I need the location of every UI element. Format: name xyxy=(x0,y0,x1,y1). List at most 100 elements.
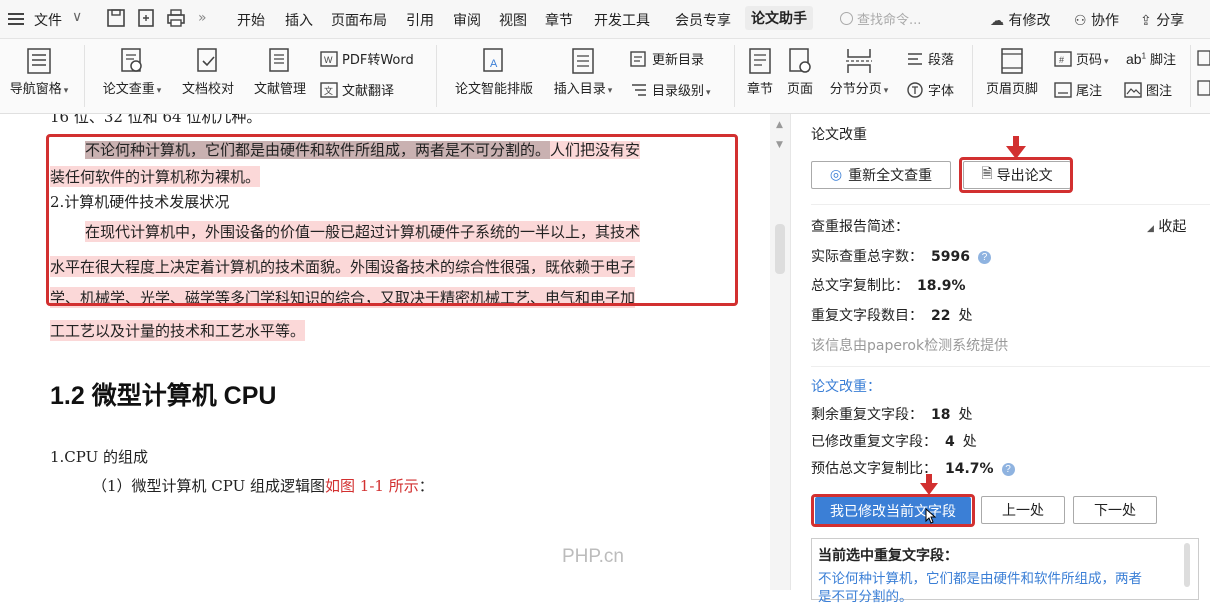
svg-text:#: # xyxy=(1059,55,1064,65)
reference-manager-button[interactable]: 文献管理 xyxy=(248,47,312,97)
collapse-button[interactable]: ◢ 收起 xyxy=(1147,216,1186,236)
tab-start[interactable]: 开始 xyxy=(237,10,265,30)
current-segment-box: 当前选中重复文字段： 不论何种计算机，它们都是由硬件和软件所组成，两者 是不可分… xyxy=(811,538,1199,605)
page-number-button[interactable]: # 页码 xyxy=(1054,49,1109,68)
svg-text:W: W xyxy=(324,55,333,65)
doc-line: （1）微型计算机 CPU 组成逻辑图如图 1-1 所示： xyxy=(92,477,434,495)
paper-rewrite-panel: 论文改重 ◎ 重新全文查重 🗎 导出论文 查重报告简述： ◢ 收起 实际查重总字数：… xyxy=(790,114,1210,605)
endnote-button[interactable]: 尾注 xyxy=(1054,80,1102,99)
tab-chapter[interactable]: 章节 xyxy=(545,10,573,30)
section-title: 1.2 微型计算机 CPU xyxy=(50,382,277,410)
font-icon xyxy=(907,81,923,98)
footnote-button[interactable]: ab1 脚注 xyxy=(1126,49,1176,69)
triangle-icon: ◢ xyxy=(1147,224,1154,234)
endnote-icon xyxy=(1054,81,1072,98)
toc-level-button[interactable]: 目录级别 xyxy=(630,80,711,99)
tab-page-layout[interactable]: 页面布局 xyxy=(331,10,387,30)
chevron-down-icon[interactable]: ∨ xyxy=(72,9,82,25)
svg-text:文: 文 xyxy=(324,85,333,96)
total-words-row: 实际查重总字数： 5996? xyxy=(811,246,991,266)
file-menu[interactable]: 文件 xyxy=(34,10,62,30)
doc-line: 16 位、32 位和 64 位机几种。 xyxy=(50,114,262,126)
page-button[interactable]: 页面 xyxy=(782,47,818,97)
panel-scrollbar[interactable] xyxy=(1184,543,1190,587)
remain-row: 剩余重复文字段： 18 处 xyxy=(811,407,973,423)
section-break-button[interactable]: 分节分页 xyxy=(824,47,894,97)
pdf-icon: W xyxy=(320,50,338,67)
insert-toc-button[interactable]: 插入目录 xyxy=(548,47,618,97)
chapter-icon xyxy=(749,48,771,74)
modified-row: 已修改重复文字段： 4 处 xyxy=(811,434,977,450)
paper-check-button[interactable]: 论文查重 xyxy=(96,47,168,97)
nav-pane-button[interactable]: 导航窗格 xyxy=(4,47,74,97)
caption-button[interactable]: 图注 xyxy=(1124,80,1172,99)
tab-insert[interactable]: 插入 xyxy=(285,10,313,30)
command-search[interactable]: 查找命令... xyxy=(840,9,921,28)
level-icon xyxy=(632,83,646,96)
cursor-icon xyxy=(925,508,937,524)
paragraph-icon xyxy=(908,52,922,65)
help-icon[interactable]: ? xyxy=(977,251,991,264)
list-icon xyxy=(27,48,51,74)
export-icon[interactable] xyxy=(136,8,156,28)
recheck-icon: ◎ xyxy=(829,167,843,183)
scroll-down-icon[interactable]: ▼ xyxy=(776,140,783,150)
doc-check-icon xyxy=(197,48,217,72)
hamburger-icon[interactable] xyxy=(8,11,24,30)
translate-icon: 文 xyxy=(320,81,338,98)
page-gear-icon xyxy=(789,48,811,73)
scroll-up-icon[interactable]: ▲ xyxy=(776,120,783,130)
more-icon[interactable]: » xyxy=(198,10,207,26)
report-title: 查重报告简述： xyxy=(811,219,909,235)
header-footer-icon xyxy=(1001,48,1023,74)
modified-status[interactable]: ☁ 有修改 xyxy=(990,10,1050,30)
scrollbar-thumb[interactable] xyxy=(775,224,785,274)
update-toc-button[interactable]: 更新目录 xyxy=(630,49,704,68)
current-segment-text-cont[interactable]: 是不可分割的。 xyxy=(818,585,913,605)
current-segment-text[interactable]: 不论何种计算机，它们都是由硬件和软件所组成，两者 xyxy=(818,567,1142,587)
help-icon[interactable]: ? xyxy=(1001,463,1015,476)
dup-count-row: 重复文字段数目： 22 处 xyxy=(811,308,973,324)
tab-review[interactable]: 审阅 xyxy=(453,10,481,30)
ribbon-toolbar: 导航窗格 论文查重 文档校对 文献管理 W PDF转Word 文 文献翻译 A … xyxy=(0,39,1210,114)
doc-list-icon xyxy=(269,48,289,72)
panel-title: 论文改重 xyxy=(811,127,867,143)
divider xyxy=(811,366,1210,367)
share-icon: ⇪ xyxy=(1140,13,1152,29)
paragraph-button[interactable]: 段落 xyxy=(906,49,954,68)
toc-icon xyxy=(572,48,594,74)
prev-button[interactable]: 上一处 xyxy=(981,496,1065,524)
figure-reference[interactable]: 如图 1-1 所示 xyxy=(325,477,419,495)
doc-line: 1.CPU 的组成 xyxy=(50,448,149,466)
svg-text:A: A xyxy=(490,58,498,70)
doc-translate-button[interactable]: 文 文献翻译 xyxy=(320,80,394,99)
header-footer-button[interactable]: 页眉页脚 xyxy=(980,47,1044,97)
tab-paper-assistant[interactable]: 论文助手 xyxy=(745,6,813,30)
image-caption-icon xyxy=(1124,81,1142,98)
share-button[interactable]: ⇪ 分享 xyxy=(1140,10,1184,30)
more-ribbon-icon[interactable] xyxy=(1197,49,1210,99)
document-scrollbar[interactable]: ▲ ▼ xyxy=(770,114,790,590)
chapter-button[interactable]: 章节 xyxy=(742,47,778,97)
divider xyxy=(734,45,735,107)
divider xyxy=(84,45,85,107)
menu-bar: 文件 ∨ » 开始 插入 页面布局 引用 审阅 视图 章节 开发工具 会员专享 … xyxy=(0,0,1210,39)
print-icon[interactable] xyxy=(166,8,186,28)
red-arrow-icon xyxy=(920,474,938,495)
tab-developer[interactable]: 开发工具 xyxy=(594,10,650,30)
document-area[interactable]: 16 位、32 位和 64 位机几种。 不论何种计算机，它们都是由硬件和软件所组… xyxy=(0,114,770,590)
next-button[interactable]: 下一处 xyxy=(1073,496,1157,524)
highlight-box xyxy=(959,157,1073,193)
pdf-to-word-button[interactable]: W PDF转Word xyxy=(320,49,414,68)
doc-proofread-button[interactable]: 文档校对 xyxy=(176,47,240,97)
font-button[interactable]: 字体 xyxy=(906,80,954,99)
current-segment-title: 当前选中重复文字段： xyxy=(818,548,958,564)
save-icon[interactable] xyxy=(106,8,126,28)
smart-layout-button[interactable]: A 论文智能排版 xyxy=(446,47,542,97)
recheck-button[interactable]: ◎ 重新全文查重 xyxy=(811,161,951,189)
tab-view[interactable]: 视图 xyxy=(499,10,527,30)
highlight-box xyxy=(811,494,975,527)
collaborate-button[interactable]: ⚇ 协作 xyxy=(1074,10,1119,30)
tab-member[interactable]: 会员专享 xyxy=(675,10,731,30)
tab-references[interactable]: 引用 xyxy=(406,10,434,30)
